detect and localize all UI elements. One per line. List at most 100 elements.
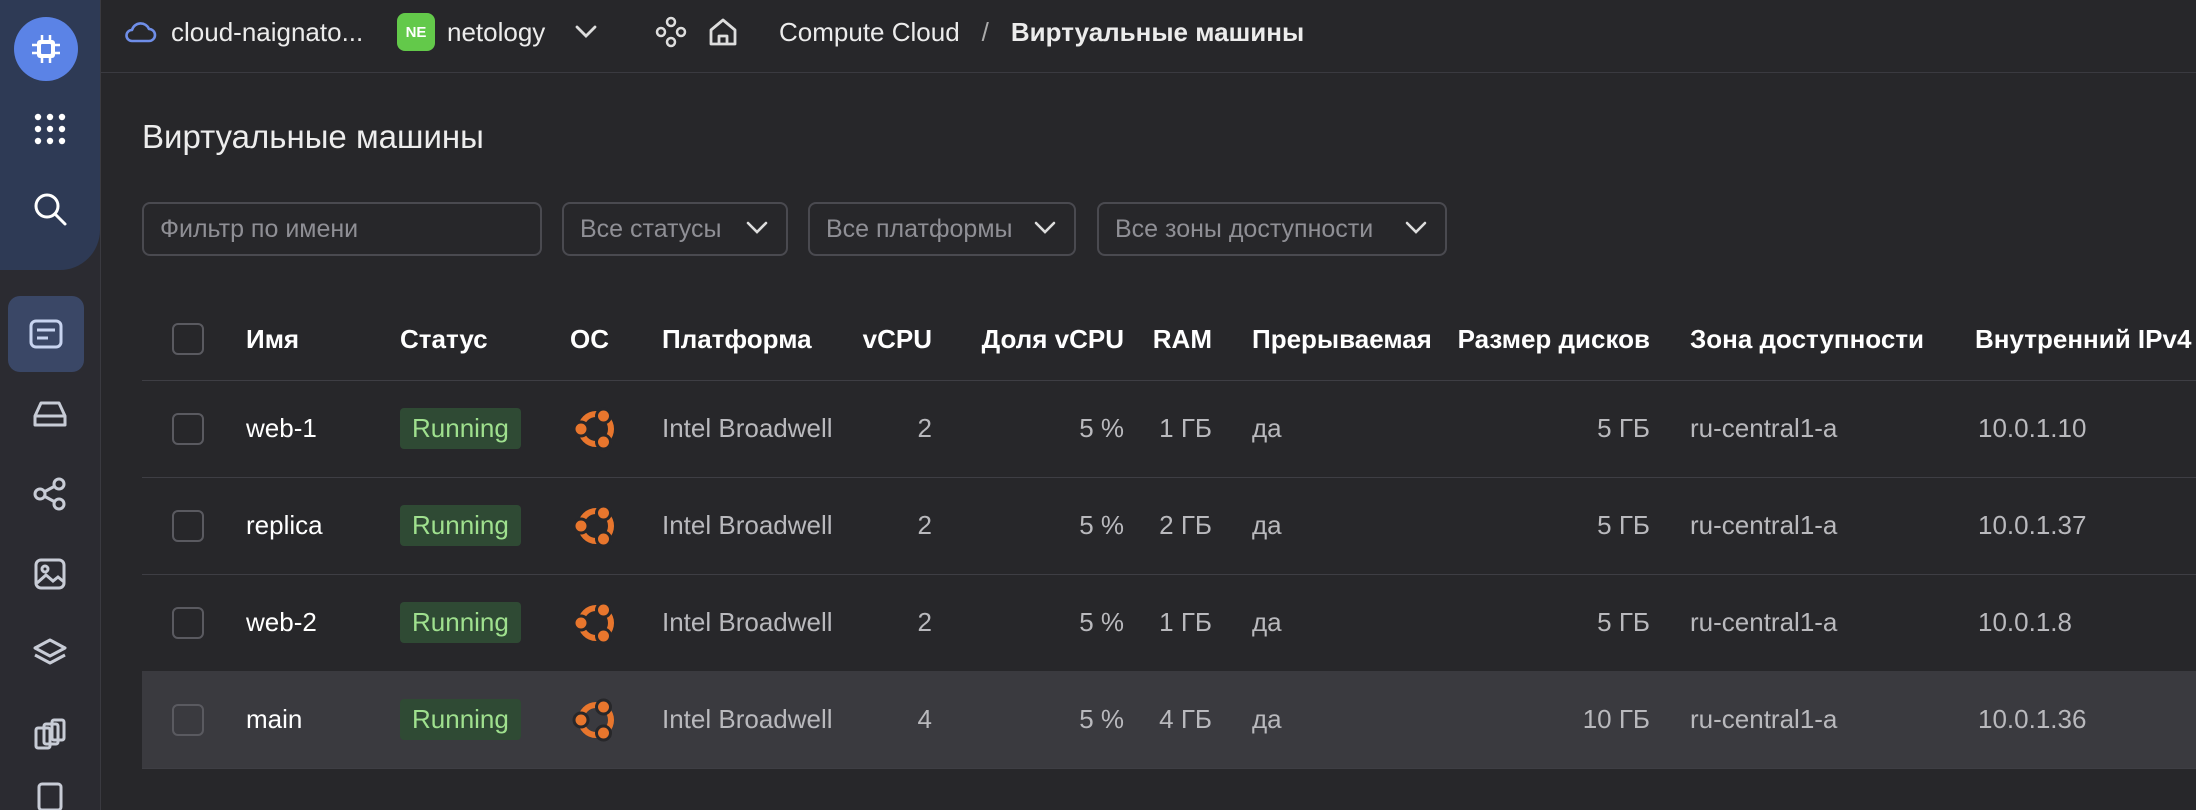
ubuntu-icon: [572, 504, 614, 547]
table-row[interactable]: main Running Intel Broadwell 4 5 % 4 ГБ …: [142, 671, 2196, 769]
platform-cell: Intel Broadwell: [662, 607, 833, 637]
cloud-icon: [125, 22, 157, 43]
search-icon[interactable]: [14, 173, 86, 245]
vcpu-cell: 4: [917, 704, 932, 734]
table-header: Имя Статус ОС Платформа vCPU Доля vCPU R…: [142, 298, 2196, 381]
ram-cell: 1 ГБ: [1159, 413, 1212, 443]
breadcrumb-separator: /: [981, 16, 989, 47]
org-name: netology: [447, 16, 546, 47]
platform-cell: Intel Broadwell: [662, 510, 833, 540]
services-icon[interactable]: [655, 0, 687, 64]
vcpu-share-cell: 5 %: [1079, 704, 1124, 734]
column-header-disk-size[interactable]: Размер дисков: [1442, 298, 1650, 380]
status-badge: Running: [400, 408, 521, 449]
zone-filter-value: Все зоны доступности: [1115, 214, 1374, 243]
column-header-ipv4[interactable]: Внутренний IPv4: [1975, 298, 2191, 380]
column-header-status[interactable]: Статус: [400, 298, 488, 380]
breadcrumb-service[interactable]: Compute Cloud: [779, 17, 960, 48]
breadcrumb: Compute Cloud / Виртуальные машины: [779, 0, 1304, 64]
select-all-checkbox[interactable]: [172, 298, 204, 380]
row-checkbox[interactable]: [172, 477, 204, 574]
ram-cell: 4 ГБ: [1159, 704, 1212, 734]
top-bar: cloud-naignato... NE netology Compute Cl…: [101, 0, 2196, 73]
chevron-down-icon: [1034, 221, 1056, 234]
org-selector[interactable]: NE netology: [397, 0, 597, 64]
ipv4-cell: 10.0.1.37: [1978, 510, 2087, 540]
breadcrumb-current: Виртуальные машины: [1010, 16, 1305, 47]
column-header-name[interactable]: Имя: [246, 298, 299, 380]
status-cell: Running: [400, 574, 521, 671]
ubuntu-icon: [572, 407, 614, 450]
status-filter-select[interactable]: Все статусы: [562, 202, 788, 256]
status-badge: Running: [400, 602, 521, 643]
column-header-platform[interactable]: Платформа: [662, 298, 812, 380]
table-row[interactable]: replica Running Intel Broadwell 2 5 % 2 …: [142, 477, 2196, 575]
more-icon[interactable]: [14, 778, 86, 810]
vm-name[interactable]: web-1: [246, 380, 317, 477]
row-checkbox[interactable]: [172, 671, 204, 768]
preemptible-cell: да: [1252, 607, 1282, 637]
column-header-ram[interactable]: RAM: [1142, 298, 1212, 380]
zone-cell: ru-central1-a: [1690, 510, 1838, 540]
platform-filter-value: Все платформы: [826, 214, 1013, 243]
platform-filter-select[interactable]: Все платформы: [808, 202, 1076, 256]
ubuntu-icon: [572, 698, 614, 741]
table-row[interactable]: web-1 Running Intel Broadwell 2 5 % 1 ГБ…: [142, 380, 2196, 478]
row-checkbox[interactable]: [172, 380, 204, 477]
apps-grid-icon[interactable]: [14, 93, 86, 165]
status-badge: Running: [400, 505, 521, 546]
disk-size-cell: 5 ГБ: [1597, 413, 1650, 443]
ubuntu-icon: [572, 601, 614, 644]
status-cell: Running: [400, 671, 521, 768]
status-cell: Running: [400, 380, 521, 477]
name-filter-placeholder: Фильтр по имени: [160, 214, 359, 243]
vm-name[interactable]: web-2: [246, 574, 317, 671]
chevron-down-icon: [575, 25, 597, 38]
column-header-os[interactable]: ОС: [570, 298, 609, 380]
ipv4-cell: 10.0.1.36: [1978, 704, 2087, 734]
column-header-vcpu-share[interactable]: Доля vCPU: [952, 298, 1124, 380]
status-badge: Running: [400, 699, 521, 740]
table-row[interactable]: web-2 Running Intel Broadwell 2 5 % 1 ГБ…: [142, 574, 2196, 672]
platform-cell: Intel Broadwell: [662, 413, 833, 443]
disk-icon[interactable]: [14, 378, 86, 450]
ipv4-cell: 10.0.1.10: [1978, 413, 2087, 443]
ram-cell: 1 ГБ: [1159, 607, 1212, 637]
image-icon[interactable]: [14, 538, 86, 610]
vcpu-share-cell: 5 %: [1079, 607, 1124, 637]
os-cell: [570, 380, 622, 477]
os-cell: [570, 477, 622, 574]
zone-cell: ru-central1-a: [1690, 607, 1838, 637]
vm-table: Имя Статус ОС Платформа vCPU Доля vCPU R…: [142, 298, 2196, 810]
zone-cell: ru-central1-a: [1690, 413, 1838, 443]
vm-name[interactable]: main: [246, 671, 302, 768]
snapshots-icon[interactable]: [14, 698, 86, 770]
column-header-zone[interactable]: Зона доступности: [1690, 298, 1924, 380]
compute-icon[interactable]: [14, 17, 78, 81]
home-icon[interactable]: [707, 0, 739, 64]
zone-cell: ru-central1-a: [1690, 704, 1838, 734]
row-checkbox[interactable]: [172, 574, 204, 671]
org-badge: NE: [397, 13, 435, 51]
platform-cell: Intel Broadwell: [662, 704, 833, 734]
preemptible-cell: да: [1252, 510, 1282, 540]
vm-list-icon[interactable]: [8, 296, 84, 372]
vm-name[interactable]: replica: [246, 477, 323, 574]
os-cell: [570, 574, 622, 671]
status-cell: Running: [400, 477, 521, 574]
disk-size-cell: 5 ГБ: [1597, 510, 1650, 540]
preemptible-cell: да: [1252, 413, 1282, 443]
layers-icon[interactable]: [14, 618, 86, 690]
zone-filter-select[interactable]: Все зоны доступности: [1097, 202, 1447, 256]
disk-size-cell: 10 ГБ: [1582, 704, 1650, 734]
cloud-name: cloud-naignato...: [171, 16, 364, 47]
vcpu-cell: 2: [917, 607, 932, 637]
cloud-selector[interactable]: cloud-naignato...: [123, 0, 363, 64]
column-header-preemptible[interactable]: Прерываемая: [1252, 298, 1432, 380]
disk-size-cell: 5 ГБ: [1597, 607, 1650, 637]
column-header-vcpu[interactable]: vCPU: [832, 298, 932, 380]
left-rail: [0, 0, 101, 810]
status-filter-value: Все статусы: [580, 214, 722, 243]
network-icon[interactable]: [14, 458, 86, 530]
name-filter-input[interactable]: Фильтр по имени: [142, 202, 542, 256]
